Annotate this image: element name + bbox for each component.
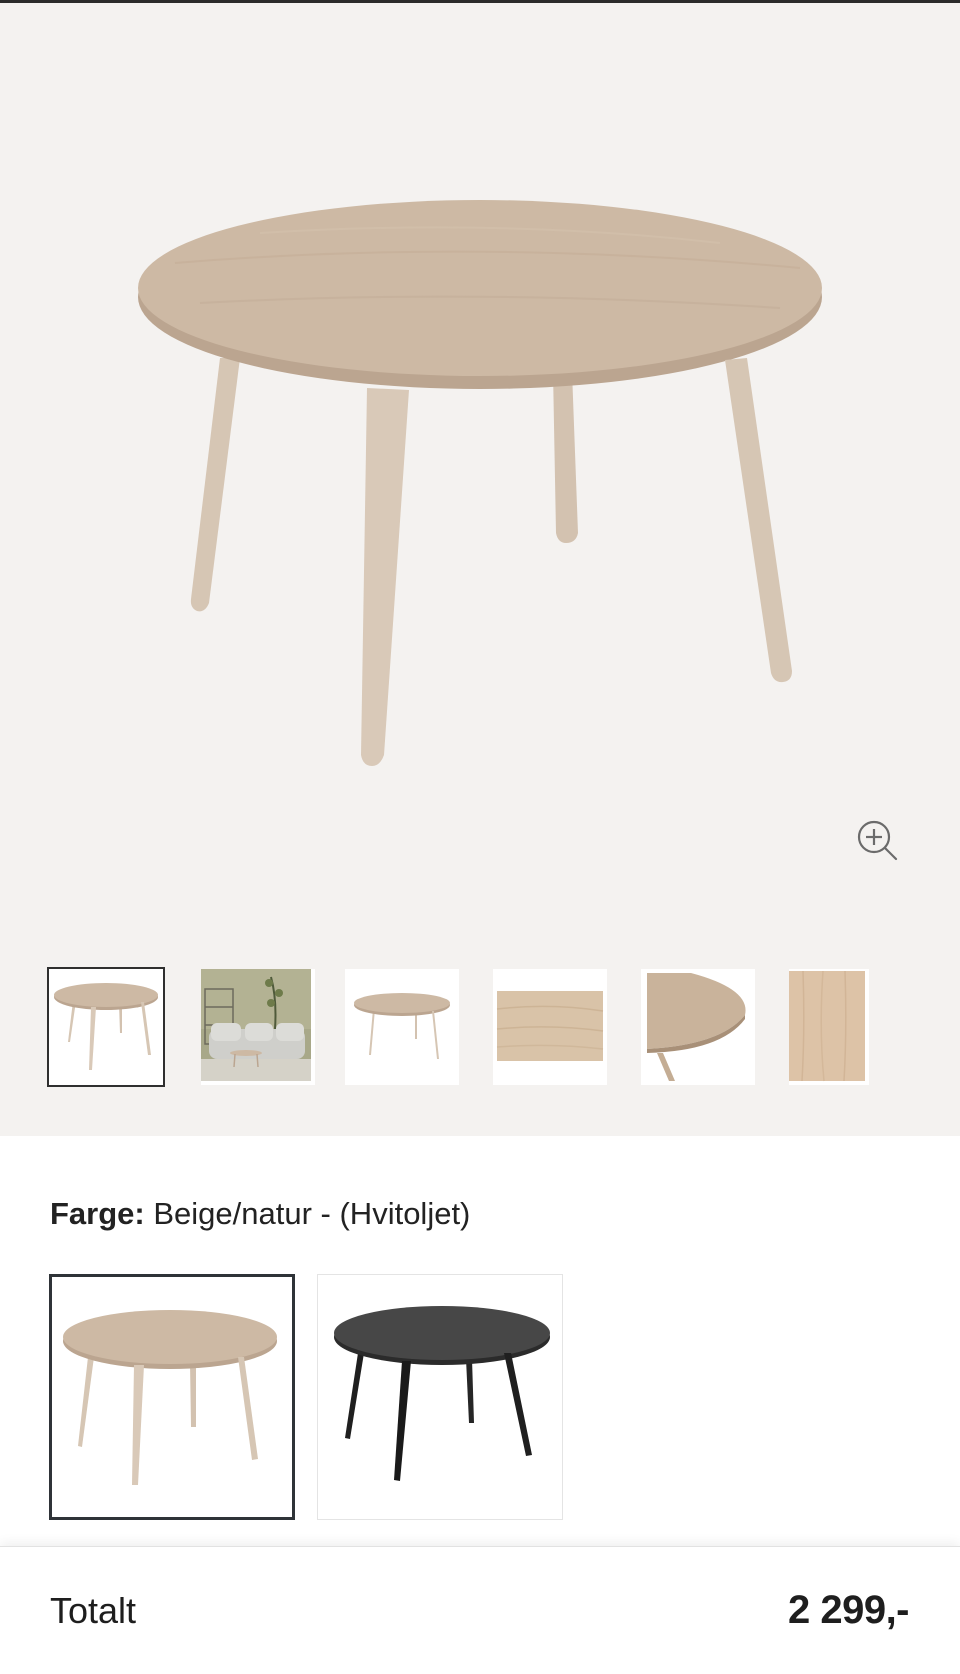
total-label: Totalt xyxy=(50,1590,137,1631)
product-gallery xyxy=(0,3,960,1136)
thumbnail-product-front[interactable] xyxy=(47,967,165,1087)
color-swatch-black[interactable] xyxy=(317,1274,563,1520)
total-price: 2 299,- xyxy=(787,1588,910,1632)
color-value: Beige/natur - (Hvitoljet) xyxy=(153,1196,471,1231)
color-label-row: Farge: Beige/natur - (Hvitoljet) xyxy=(50,1194,470,1234)
color-selector: Farge: Beige/natur - (Hvitoljet) xyxy=(0,1136,960,1546)
total-bar: Totalt 2 299,- xyxy=(0,1546,960,1674)
thumbnail-wood-texture[interactable] xyxy=(493,969,607,1085)
zoom-in-icon xyxy=(857,820,898,861)
color-swatch-beige[interactable] xyxy=(49,1274,295,1520)
thumbnail-product-front-small[interactable] xyxy=(345,969,459,1085)
thumbnail-wood-grain[interactable] xyxy=(789,969,869,1085)
zoom-button[interactable] xyxy=(852,815,904,867)
thumbnail-tabletop-edge[interactable] xyxy=(641,969,755,1085)
main-product-image[interactable] xyxy=(0,3,960,933)
thumbnail-strip xyxy=(47,967,929,1089)
thumbnail-room-scene[interactable] xyxy=(201,969,315,1085)
color-label: Farge: xyxy=(50,1196,145,1231)
